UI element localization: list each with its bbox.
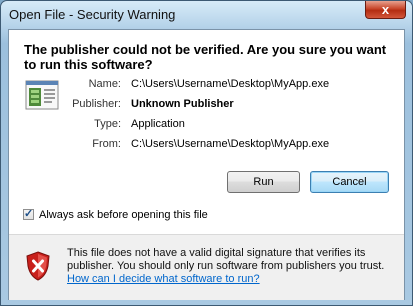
- cancel-button[interactable]: Cancel: [310, 171, 389, 193]
- type-value: Application: [131, 118, 185, 130]
- security-warning-dialog: Open File - Security Warning x The publi…: [0, 0, 413, 306]
- help-link[interactable]: How can I decide what software to run?: [67, 273, 260, 285]
- publisher-label: Publisher:: [72, 98, 121, 110]
- name-label: Name:: [88, 78, 121, 90]
- from-value: C:\Users\Username\Desktop\MyApp.exe: [131, 138, 330, 150]
- from-label: From:: [92, 138, 121, 150]
- run-button[interactable]: Run: [227, 171, 300, 193]
- always-ask-checkbox[interactable]: ✓: [23, 208, 34, 220]
- window-title: Open File - Security Warning: [9, 7, 176, 22]
- warning-headline: The publisher could not be verified. Are…: [24, 42, 387, 72]
- warning-panel: This file does not have a valid digital …: [9, 234, 404, 300]
- application-icon: [25, 80, 59, 110]
- close-icon: x: [381, 2, 390, 17]
- type-label: Type:: [94, 118, 121, 130]
- publisher-value: Unknown Publisher: [131, 98, 234, 110]
- name-value: C:\Users\Username\Desktop\MyApp.exe: [131, 78, 330, 90]
- close-button[interactable]: x: [365, 1, 406, 19]
- checkmark-icon: ✓: [24, 208, 34, 220]
- dialog-body: The publisher could not be verified. Are…: [8, 29, 405, 300]
- always-ask-label[interactable]: Always ask before opening this file: [39, 209, 208, 221]
- shield-warning-icon: [26, 251, 50, 281]
- warning-text: This file does not have a valid digital …: [67, 247, 385, 272]
- title-bar[interactable]: Open File - Security Warning x: [1, 1, 412, 27]
